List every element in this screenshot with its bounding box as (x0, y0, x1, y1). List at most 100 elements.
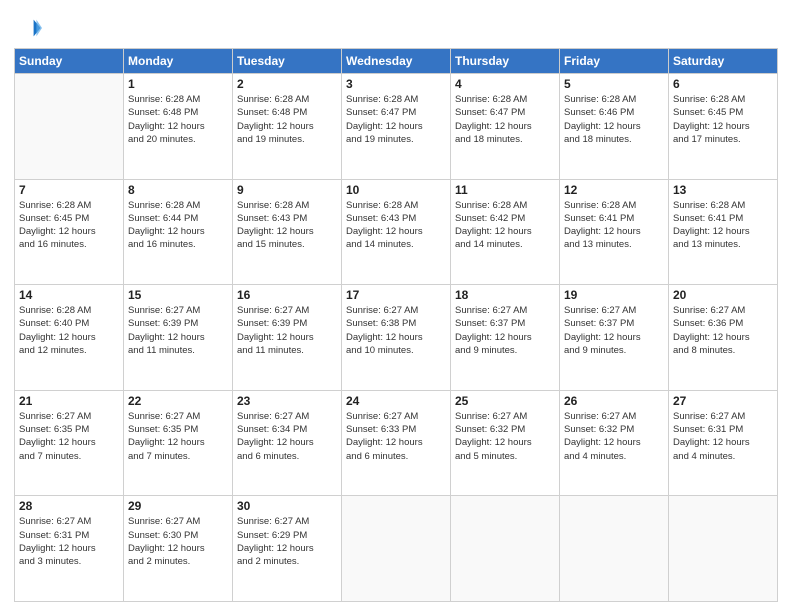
day-number: 15 (128, 288, 228, 302)
calendar-cell: 1 Sunrise: 6:28 AM Sunset: 6:48 PM Daylig… (124, 74, 233, 180)
day-number: 28 (19, 499, 119, 513)
day-info: Sunrise: 6:28 AM Sunset: 6:41 PM Dayligh… (673, 199, 773, 252)
day-number: 12 (564, 183, 664, 197)
day-number: 1 (128, 77, 228, 91)
day-info: Sunrise: 6:27 AM Sunset: 6:33 PM Dayligh… (346, 410, 446, 463)
calendar-cell: 26 Sunrise: 6:27 AM Sunset: 6:32 PM Dayli… (560, 390, 669, 496)
calendar-table: SundayMondayTuesdayWednesdayThursdayFrid… (14, 48, 778, 602)
day-info: Sunrise: 6:27 AM Sunset: 6:37 PM Dayligh… (455, 304, 555, 357)
day-number: 18 (455, 288, 555, 302)
calendar-cell: 16Sunrise: 6:27 AM Sunset: 6:39 PM Dayli… (233, 285, 342, 391)
calendar-cell: 10Sunrise: 6:28 AM Sunset: 6:43 PM Dayli… (342, 179, 451, 285)
calendar-cell: 11 Sunrise: 6:28 AM Sunset: 6:42 PM Dayli… (451, 179, 560, 285)
calendar-cell: 15 Sunrise: 6:27 AM Sunset: 6:39 PM Dayli… (124, 285, 233, 391)
day-info: Sunrise: 6:28 AM Sunset: 6:44 PM Dayligh… (128, 199, 228, 252)
calendar-week-3: 14 Sunrise: 6:28 AM Sunset: 6:40 PM Dayli… (15, 285, 778, 391)
day-info: Sunrise: 6:27 AM Sunset: 6:38 PM Dayligh… (346, 304, 446, 357)
day-number: 29 (128, 499, 228, 513)
day-number: 13 (673, 183, 773, 197)
calendar-week-2: 7 Sunrise: 6:28 AM Sunset: 6:45 PM Daylig… (15, 179, 778, 285)
day-info: Sunrise: 6:28 AM Sunset: 6:45 PM Dayligh… (19, 199, 119, 252)
calendar-cell: 24 Sunrise: 6:27 AM Sunset: 6:33 PM Dayli… (342, 390, 451, 496)
day-number: 27 (673, 394, 773, 408)
calendar-cell: 12 Sunrise: 6:28 AM Sunset: 6:41 PM Dayli… (560, 179, 669, 285)
day-number: 21 (19, 394, 119, 408)
calendar-cell: 7 Sunrise: 6:28 AM Sunset: 6:45 PM Daylig… (15, 179, 124, 285)
calendar-header-wednesday: Wednesday (342, 49, 451, 74)
logo-icon (14, 14, 42, 42)
calendar-cell: 5Sunrise: 6:28 AM Sunset: 6:46 PM Daylig… (560, 74, 669, 180)
calendar-cell: 17 Sunrise: 6:27 AM Sunset: 6:38 PM Dayli… (342, 285, 451, 391)
calendar-header-monday: Monday (124, 49, 233, 74)
day-info: Sunrise: 6:27 AM Sunset: 6:35 PM Dayligh… (19, 410, 119, 463)
day-info: Sunrise: 6:28 AM Sunset: 6:48 PM Dayligh… (128, 93, 228, 146)
day-number: 17 (346, 288, 446, 302)
day-number: 2 (237, 77, 337, 91)
day-info: Sunrise: 6:27 AM Sunset: 6:30 PM Dayligh… (128, 515, 228, 568)
day-info: Sunrise: 6:27 AM Sunset: 6:35 PM Dayligh… (128, 410, 228, 463)
day-number: 14 (19, 288, 119, 302)
day-info: Sunrise: 6:27 AM Sunset: 6:31 PM Dayligh… (673, 410, 773, 463)
calendar-cell: 22 Sunrise: 6:27 AM Sunset: 6:35 PM Dayli… (124, 390, 233, 496)
calendar-header-saturday: Saturday (669, 49, 778, 74)
day-number: 10 (346, 183, 446, 197)
day-info: Sunrise: 6:28 AM Sunset: 6:43 PM Dayligh… (237, 199, 337, 252)
calendar-header-row: SundayMondayTuesdayWednesdayThursdayFrid… (15, 49, 778, 74)
calendar-cell (669, 496, 778, 602)
day-info: Sunrise: 6:28 AM Sunset: 6:41 PM Dayligh… (564, 199, 664, 252)
day-number: 8 (128, 183, 228, 197)
day-number: 24 (346, 394, 446, 408)
calendar-header-friday: Friday (560, 49, 669, 74)
calendar-cell (15, 74, 124, 180)
calendar-header-thursday: Thursday (451, 49, 560, 74)
day-info: Sunrise: 6:27 AM Sunset: 6:29 PM Dayligh… (237, 515, 337, 568)
calendar-cell: 18 Sunrise: 6:27 AM Sunset: 6:37 PM Dayli… (451, 285, 560, 391)
calendar-cell: 19 Sunrise: 6:27 AM Sunset: 6:37 PM Dayli… (560, 285, 669, 391)
day-info: Sunrise: 6:27 AM Sunset: 6:32 PM Dayligh… (564, 410, 664, 463)
calendar-cell: 28 Sunrise: 6:27 AM Sunset: 6:31 PM Dayli… (15, 496, 124, 602)
calendar-cell: 23Sunrise: 6:27 AM Sunset: 6:34 PM Dayli… (233, 390, 342, 496)
calendar-cell (342, 496, 451, 602)
calendar-cell: 4 Sunrise: 6:28 AM Sunset: 6:47 PM Daylig… (451, 74, 560, 180)
day-number: 30 (237, 499, 337, 513)
day-info: Sunrise: 6:27 AM Sunset: 6:31 PM Dayligh… (19, 515, 119, 568)
day-number: 16 (237, 288, 337, 302)
calendar-header-sunday: Sunday (15, 49, 124, 74)
calendar-header-tuesday: Tuesday (233, 49, 342, 74)
day-number: 19 (564, 288, 664, 302)
calendar-cell: 27 Sunrise: 6:27 AM Sunset: 6:31 PM Dayli… (669, 390, 778, 496)
day-number: 9 (237, 183, 337, 197)
calendar-week-5: 28 Sunrise: 6:27 AM Sunset: 6:31 PM Dayli… (15, 496, 778, 602)
page: SundayMondayTuesdayWednesdayThursdayFrid… (0, 0, 792, 612)
calendar-cell: 21 Sunrise: 6:27 AM Sunset: 6:35 PM Dayli… (15, 390, 124, 496)
day-info: Sunrise: 6:27 AM Sunset: 6:37 PM Dayligh… (564, 304, 664, 357)
day-info: Sunrise: 6:28 AM Sunset: 6:46 PM Dayligh… (564, 93, 664, 146)
day-number: 20 (673, 288, 773, 302)
calendar-cell: 25Sunrise: 6:27 AM Sunset: 6:32 PM Dayli… (451, 390, 560, 496)
day-number: 7 (19, 183, 119, 197)
day-number: 22 (128, 394, 228, 408)
calendar-cell: 29 Sunrise: 6:27 AM Sunset: 6:30 PM Dayli… (124, 496, 233, 602)
calendar-cell: 6Sunrise: 6:28 AM Sunset: 6:45 PM Daylig… (669, 74, 778, 180)
calendar-cell: 30 Sunrise: 6:27 AM Sunset: 6:29 PM Dayli… (233, 496, 342, 602)
day-number: 3 (346, 77, 446, 91)
day-number: 23 (237, 394, 337, 408)
calendar-cell (451, 496, 560, 602)
day-number: 4 (455, 77, 555, 91)
day-info: Sunrise: 6:28 AM Sunset: 6:47 PM Dayligh… (455, 93, 555, 146)
calendar-week-1: 1 Sunrise: 6:28 AM Sunset: 6:48 PM Daylig… (15, 74, 778, 180)
day-number: 11 (455, 183, 555, 197)
calendar-cell: 2 Sunrise: 6:28 AM Sunset: 6:48 PM Daylig… (233, 74, 342, 180)
day-info: Sunrise: 6:28 AM Sunset: 6:42 PM Dayligh… (455, 199, 555, 252)
day-info: Sunrise: 6:27 AM Sunset: 6:36 PM Dayligh… (673, 304, 773, 357)
day-info: Sunrise: 6:27 AM Sunset: 6:39 PM Dayligh… (128, 304, 228, 357)
calendar-cell: 8 Sunrise: 6:28 AM Sunset: 6:44 PM Daylig… (124, 179, 233, 285)
day-number: 26 (564, 394, 664, 408)
calendar-week-4: 21 Sunrise: 6:27 AM Sunset: 6:35 PM Dayli… (15, 390, 778, 496)
day-info: Sunrise: 6:28 AM Sunset: 6:40 PM Dayligh… (19, 304, 119, 357)
calendar-cell (560, 496, 669, 602)
calendar-cell: 9 Sunrise: 6:28 AM Sunset: 6:43 PM Daylig… (233, 179, 342, 285)
day-number: 6 (673, 77, 773, 91)
day-info: Sunrise: 6:28 AM Sunset: 6:47 PM Dayligh… (346, 93, 446, 146)
day-info: Sunrise: 6:28 AM Sunset: 6:48 PM Dayligh… (237, 93, 337, 146)
